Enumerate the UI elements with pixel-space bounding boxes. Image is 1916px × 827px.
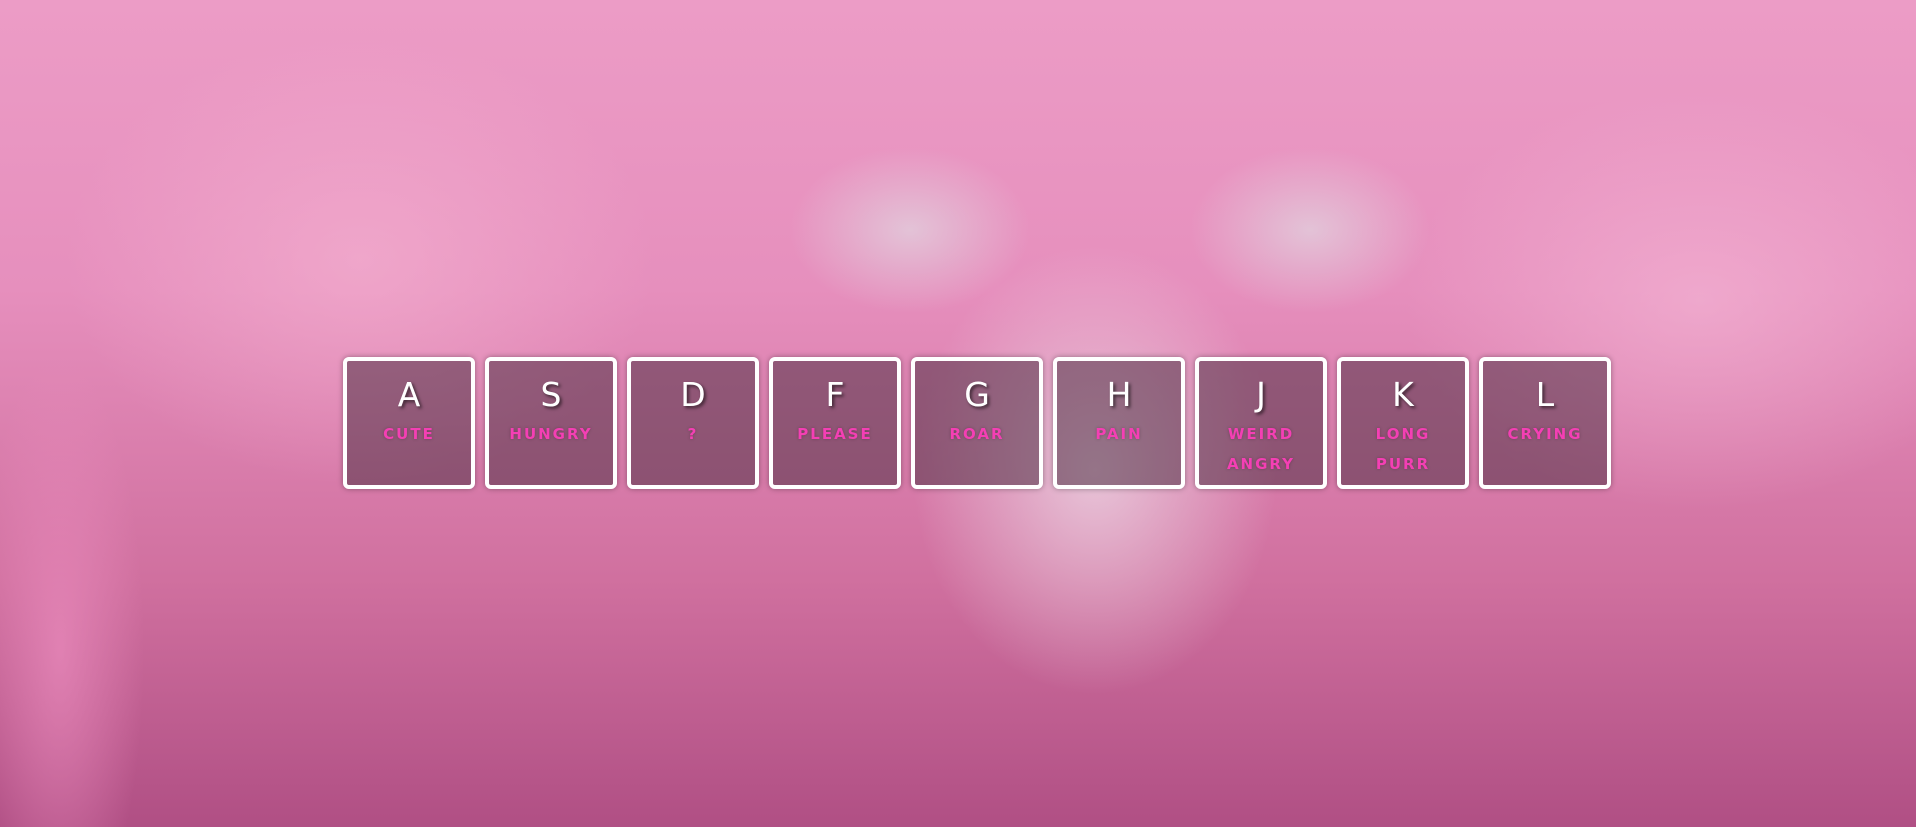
key-sound-label: LONG PURR: [1375, 425, 1431, 473]
key-sound-label: ROAR: [949, 425, 1005, 443]
key-letter: K: [1392, 375, 1414, 414]
key-letter: G: [964, 375, 990, 414]
key-k[interactable]: K LONG PURR: [1337, 357, 1469, 489]
key-l[interactable]: L CRYING: [1479, 357, 1611, 489]
key-d[interactable]: D ?: [627, 357, 759, 489]
key-letter: F: [825, 375, 845, 414]
key-f[interactable]: F PLEASE: [769, 357, 901, 489]
key-letter: H: [1106, 375, 1132, 414]
drum-keys: A CUTE S HUNGRY D ? F PLEASE G ROAR H PA…: [343, 357, 1611, 489]
key-j[interactable]: J WEIRD ANGRY: [1195, 357, 1327, 489]
key-h[interactable]: H PAIN: [1053, 357, 1185, 489]
key-s[interactable]: S HUNGRY: [485, 357, 617, 489]
key-sound-label: PLEASE: [797, 425, 873, 443]
key-letter: J: [1256, 375, 1266, 414]
key-sound-label: ?: [687, 425, 699, 443]
key-sound-label: CUTE: [383, 425, 435, 443]
key-letter: S: [540, 375, 562, 414]
key-a[interactable]: A CUTE: [343, 357, 475, 489]
key-g[interactable]: G ROAR: [911, 357, 1043, 489]
key-sound-label: PAIN: [1095, 425, 1143, 443]
key-letter: A: [397, 375, 421, 414]
key-sound-label: WEIRD ANGRY: [1226, 425, 1296, 473]
key-sound-label: HUNGRY: [509, 425, 593, 443]
key-letter: D: [680, 375, 706, 414]
key-letter: L: [1535, 375, 1555, 414]
key-sound-label: CRYING: [1507, 425, 1583, 443]
